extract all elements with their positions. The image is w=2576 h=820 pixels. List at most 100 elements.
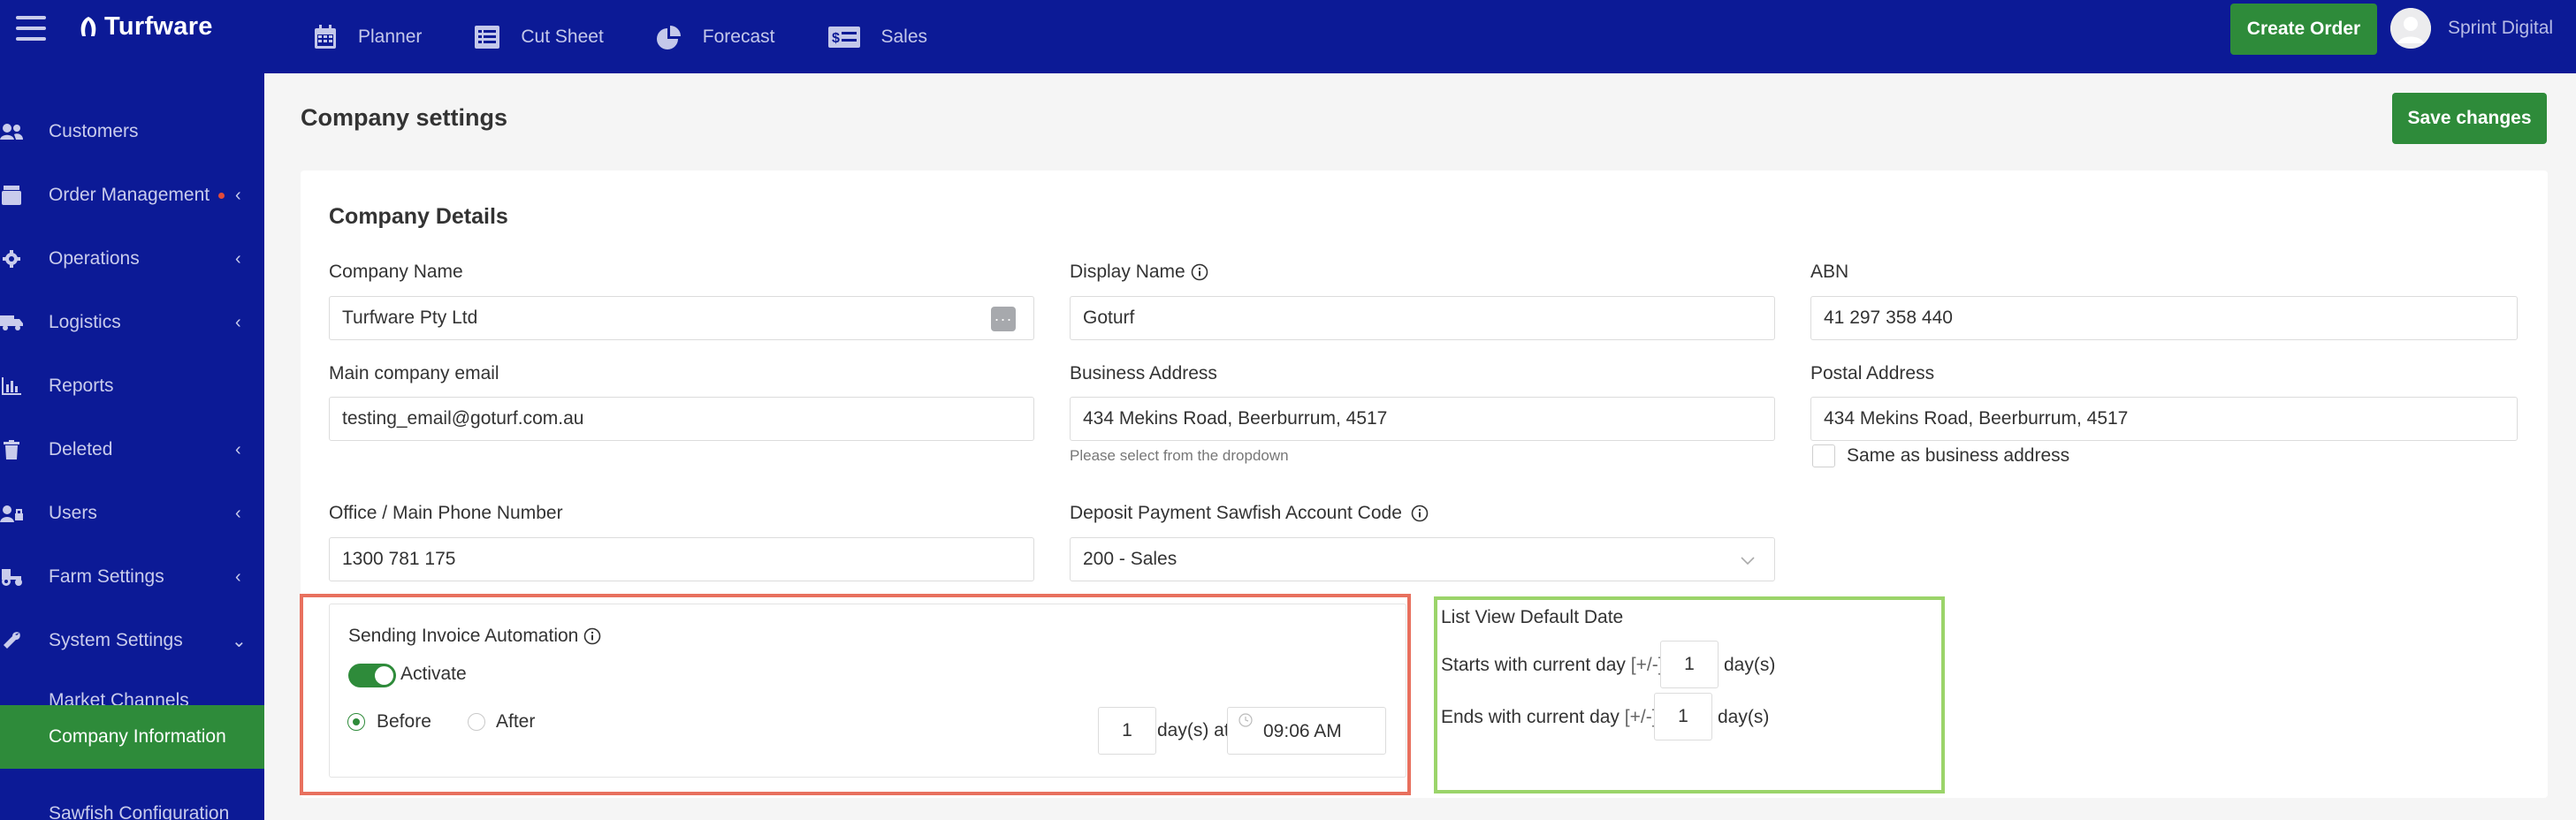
display-name-label: Display Name bbox=[1070, 262, 1208, 283]
starts-unit: day(s) bbox=[1724, 655, 1776, 675]
before-label: Before bbox=[377, 711, 431, 732]
deposit-account-select[interactable]: 200 - Sales bbox=[1070, 537, 1775, 581]
nav-forecast[interactable]: Forecast bbox=[656, 25, 775, 49]
info-icon[interactable] bbox=[1411, 505, 1429, 522]
nav-sales-label: Sales bbox=[880, 26, 928, 47]
activate-label: Activate bbox=[400, 664, 467, 684]
sidebar-item-label: Deleted bbox=[49, 439, 113, 459]
same-as-business-label: Same as business address bbox=[1847, 445, 2070, 466]
email-label: Main company email bbox=[329, 363, 499, 383]
sidebar-item-label: Reports bbox=[49, 376, 114, 396]
bar-chart-icon bbox=[0, 375, 23, 398]
nav-sales[interactable]: $ Sales bbox=[827, 26, 928, 48]
cut-sheet-icon bbox=[475, 25, 500, 49]
sidebar-item-label: Company Information bbox=[49, 726, 226, 747]
box-icon bbox=[0, 184, 23, 207]
hamburger-menu-icon[interactable] bbox=[16, 16, 46, 41]
invoice-days-suffix: day(s) at bbox=[1157, 720, 1230, 740]
chevron-down-icon: ⌄ bbox=[232, 631, 247, 651]
activate-toggle[interactable] bbox=[348, 664, 396, 687]
svg-text:$: $ bbox=[832, 31, 840, 46]
sidebar-item-company-information[interactable]: Company Information bbox=[0, 705, 264, 769]
company-name-label: Company Name bbox=[329, 262, 463, 282]
truck-icon bbox=[0, 311, 23, 334]
clock-icon bbox=[1238, 711, 1253, 733]
postal-address-value: 434 Mekins Road, Beerburrum, 4517 bbox=[1824, 408, 2129, 429]
display-name-value: Goturf bbox=[1083, 308, 1135, 328]
chevron-left-icon: ‹ bbox=[235, 185, 241, 205]
invoice-time-input[interactable]: 09:06 AM bbox=[1227, 707, 1386, 755]
company-name-value: Turfware Pty Ltd bbox=[342, 308, 478, 328]
sidebar-item-customers[interactable]: Customers bbox=[0, 105, 264, 158]
business-address-hint: Please select from the dropdown bbox=[1070, 447, 1289, 464]
toggle-knob bbox=[375, 666, 393, 685]
sidebar-item-operations[interactable]: Operations ‹ bbox=[0, 232, 264, 285]
nav-cut-sheet[interactable]: Cut Sheet bbox=[475, 25, 604, 49]
company-details-heading: Company Details bbox=[329, 204, 508, 229]
business-address-input[interactable]: 434 Mekins Road, Beerburrum, 4517 bbox=[1070, 397, 1775, 441]
abn-value: 41 297 358 440 bbox=[1824, 308, 1953, 328]
sidebar-item-users[interactable]: Users ‹ bbox=[0, 487, 264, 540]
sidebar-item-system-settings[interactable]: System Settings ⌄ bbox=[0, 614, 264, 667]
tractor-icon bbox=[0, 566, 23, 588]
email-input[interactable]: testing_email@goturf.com.au bbox=[329, 397, 1034, 441]
starts-with-label: Starts with current day [+/-] bbox=[1441, 655, 1664, 675]
user-name[interactable]: Sprint Digital bbox=[2448, 18, 2553, 39]
phone-input[interactable]: 1300 781 175 bbox=[329, 537, 1034, 581]
phone-label: Office / Main Phone Number bbox=[329, 503, 563, 523]
sidebar-item-label: Logistics bbox=[49, 312, 121, 332]
abn-input[interactable]: 41 297 358 440 bbox=[1810, 296, 2518, 340]
chevron-left-icon: ‹ bbox=[235, 312, 241, 332]
create-order-button[interactable]: Create Order bbox=[2230, 4, 2377, 55]
company-name-input[interactable]: Turfware Pty Ltd ··· bbox=[329, 296, 1034, 340]
chevron-left-icon: ‹ bbox=[235, 503, 241, 523]
sidebar-item-label: Farm Settings bbox=[49, 566, 164, 587]
info-icon[interactable] bbox=[1191, 263, 1208, 281]
email-value: testing_email@goturf.com.au bbox=[342, 408, 584, 429]
list-view-title: List View Default Date bbox=[1441, 607, 1624, 627]
sidebar-item-sawfish-configuration[interactable]: Sawfish Configuration bbox=[0, 787, 264, 820]
after-label: After bbox=[496, 711, 536, 732]
sidebar-item-label: Customers bbox=[49, 121, 139, 141]
chevron-left-icon: ‹ bbox=[235, 439, 241, 459]
invoice-automation-title: Sending Invoice Automation bbox=[348, 626, 601, 647]
sidebar-item-order-management[interactable]: Order Management ‹ bbox=[0, 169, 264, 222]
chevron-left-icon: ‹ bbox=[235, 566, 241, 587]
same-as-business-checkbox[interactable] bbox=[1812, 444, 1835, 467]
invoice-days-input[interactable]: 1 bbox=[1098, 707, 1156, 755]
brand-name: Turfware bbox=[104, 12, 213, 41]
avatar[interactable] bbox=[2390, 8, 2431, 49]
deposit-account-label: Deposit Payment Sawfish Account Code bbox=[1070, 503, 1429, 524]
nav-cut-sheet-label: Cut Sheet bbox=[521, 26, 604, 47]
postal-address-input[interactable]: 434 Mekins Road, Beerburrum, 4517 bbox=[1810, 397, 2518, 441]
display-name-input[interactable]: Goturf bbox=[1070, 296, 1775, 340]
invoice-time-value: 09:06 AM bbox=[1263, 721, 1342, 741]
sidebar-item-deleted[interactable]: Deleted ‹ bbox=[0, 423, 264, 476]
chevron-down-icon bbox=[1741, 550, 1755, 571]
sidebar: Customers Order Management ‹ Operations … bbox=[0, 73, 264, 820]
more-options-icon[interactable]: ··· bbox=[991, 307, 1016, 331]
info-icon[interactable] bbox=[583, 627, 601, 645]
deposit-account-value: 200 - Sales bbox=[1083, 549, 1177, 569]
user-lock-icon bbox=[0, 502, 23, 525]
sidebar-item-logistics[interactable]: Logistics ‹ bbox=[0, 296, 264, 349]
phone-value: 1300 781 175 bbox=[342, 549, 456, 569]
before-radio[interactable] bbox=[347, 713, 365, 731]
top-bar: Turfware Planner Cut Sheet Forecast $ Sa… bbox=[0, 0, 2576, 73]
dollar-sheet-icon: $ bbox=[827, 26, 860, 48]
turf-leaf-icon bbox=[80, 16, 96, 36]
after-radio[interactable] bbox=[468, 713, 485, 731]
abn-label: ABN bbox=[1810, 262, 1849, 282]
ends-with-label: Ends with current day [+/-] bbox=[1441, 707, 1658, 727]
ends-days-input[interactable]: 1 bbox=[1654, 693, 1712, 740]
sidebar-item-reports[interactable]: Reports bbox=[0, 360, 264, 413]
sidebar-item-farm-settings[interactable]: Farm Settings ‹ bbox=[0, 550, 264, 604]
brand-logo[interactable]: Turfware bbox=[76, 12, 213, 42]
save-changes-button[interactable]: Save changes bbox=[2392, 93, 2547, 144]
users-icon bbox=[0, 120, 23, 143]
sidebar-item-label: Operations bbox=[49, 248, 140, 269]
starts-days-input[interactable]: 1 bbox=[1660, 641, 1719, 688]
chevron-left-icon: ‹ bbox=[235, 248, 241, 269]
nav-planner[interactable]: Planner bbox=[314, 24, 422, 49]
nav-forecast-label: Forecast bbox=[702, 26, 775, 47]
